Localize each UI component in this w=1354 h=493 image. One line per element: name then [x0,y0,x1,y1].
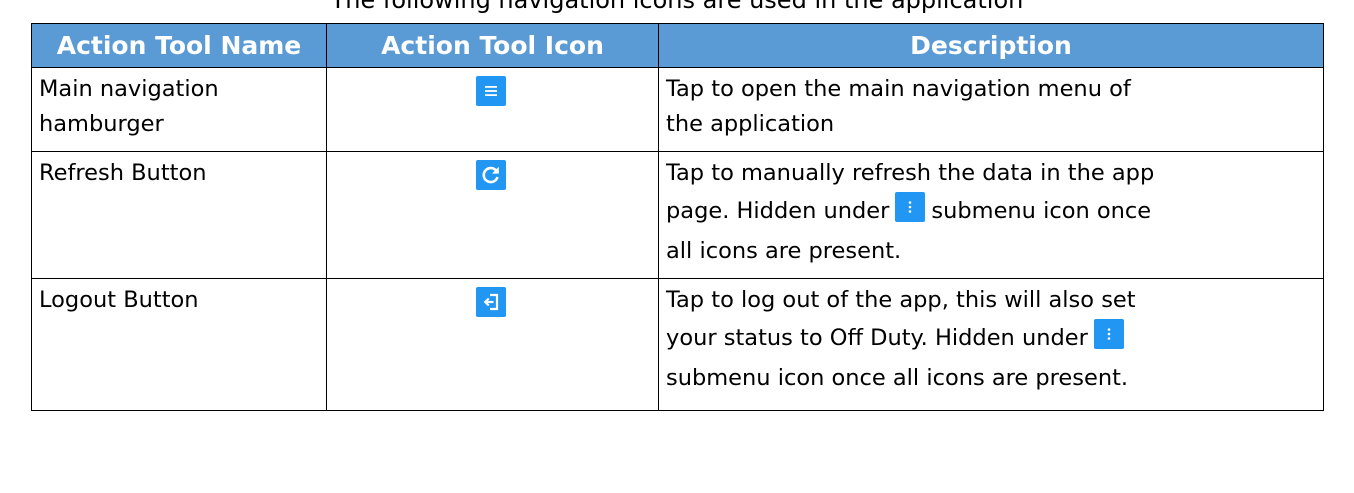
tool-name-line: Logout Button [39,287,199,313]
description-line: Tap to open the main navigation menu of [666,76,1131,102]
description-line: Tap to manually refresh the data in the … [666,160,1155,186]
hamburger-menu-icon [476,76,506,106]
tool-icon-cell [326,67,659,152]
tool-description-cell: Tap to open the main navigation menu of … [658,67,1324,152]
description-line: Tap to log out of the app, this will als… [666,287,1136,313]
header-action-tool-name: Action Tool Name [31,23,327,68]
description-line: the application [666,111,835,137]
tool-description-cell: Tap to log out of the app, this will als… [658,278,1324,411]
table-row: Main navigation hamburger Tap to open th… [31,67,1324,152]
more-vertical-icon [1093,319,1124,349]
tool-description-cell: Tap to manually refresh the data in the … [658,151,1324,279]
more-vertical-icon [895,192,926,222]
description-line: page. Hidden under submenu icon once [666,191,1313,231]
header-action-tool-icon: Action Tool Icon [326,23,659,68]
description-text: your status to Off Duty. Hidden under [666,325,1088,351]
tool-icon-cell [326,278,659,411]
header-description: Description [658,23,1324,68]
logout-icon [476,287,506,317]
description-text: submenu icon once [931,198,1152,224]
tool-name-line: hamburger [39,111,164,137]
table-header-row: Action Tool Name Action Tool Icon Descri… [31,23,1324,68]
tool-name-line: Refresh Button [39,160,207,186]
refresh-icon [476,160,506,190]
description-text: page. Hidden under [666,198,890,224]
description-line: your status to Off Duty. Hidden under [666,318,1313,358]
tool-name-cell: Main navigation hamburger [31,67,327,152]
tool-icon-cell [326,151,659,279]
tool-name-cell: Refresh Button [31,151,327,279]
tool-name-cell: Logout Button [31,278,327,411]
table-row: Logout Button Tap to log out of the app,… [31,278,1324,411]
table-row: Refresh Button Tap to manually refresh t… [31,151,1324,279]
table-caption: The following navigation icons are used … [330,0,1024,14]
description-line: submenu icon once all icons are present. [666,365,1129,391]
navigation-icons-table: Action Tool Name Action Tool Icon Descri… [31,23,1324,411]
tool-name-line: Main navigation [39,76,219,102]
description-line: all icons are present. [666,238,902,264]
